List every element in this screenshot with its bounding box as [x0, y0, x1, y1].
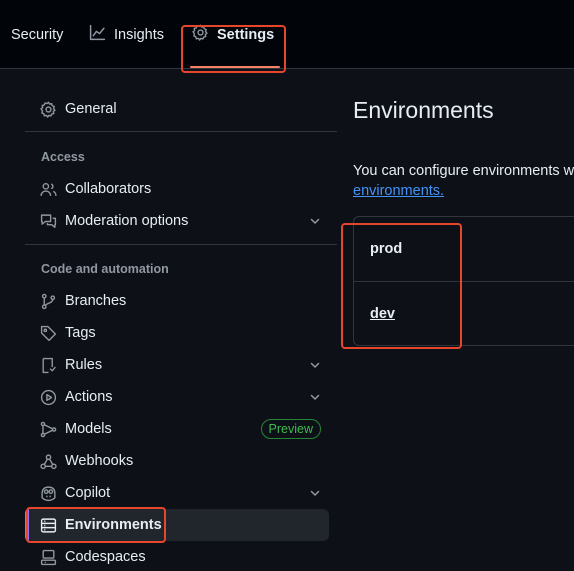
- sidebar-item-actions[interactable]: Actions: [25, 381, 337, 413]
- copilot-icon: [40, 485, 57, 502]
- sidebar-item-branches[interactable]: Branches: [25, 285, 337, 317]
- comment-discussion-icon: [40, 213, 57, 230]
- tab-security-label: Security: [11, 26, 64, 43]
- sidebar-item-general[interactable]: General: [25, 93, 337, 125]
- sidebar-item-label: Copilot: [65, 485, 111, 501]
- sidebar-item-rules[interactable]: Rules: [25, 349, 337, 381]
- git-branch-icon: [40, 293, 57, 310]
- active-indicator: [25, 509, 29, 541]
- server-icon: [40, 517, 57, 534]
- sidebar-item-copilot[interactable]: Copilot: [25, 477, 337, 509]
- graph-icon: [89, 24, 106, 45]
- sidebar-item-label: Branches: [65, 293, 127, 309]
- people-icon: [40, 181, 57, 198]
- sidebar-item-environments[interactable]: Environments: [25, 509, 329, 541]
- sidebar-item-label: Tags: [65, 325, 96, 341]
- sidebar-item-codespaces[interactable]: Codespaces: [25, 541, 337, 571]
- preview-badge: Preview: [260, 419, 321, 439]
- section-heading-code-and-automation: Code and automation: [41, 262, 169, 276]
- sidebar-item-label: Rules: [65, 357, 103, 373]
- sidebar-item-label: Moderation options: [65, 213, 189, 229]
- tab-settings-label: Settings: [217, 26, 275, 43]
- gear-icon: [40, 101, 57, 118]
- codespaces-icon: [40, 549, 57, 566]
- chevron-down-icon[interactable]: [309, 391, 321, 403]
- tab-insights-label: Insights: [114, 26, 164, 43]
- sidebar-item-label: General: [65, 101, 117, 117]
- sidebar-item-label: Environments: [65, 517, 162, 533]
- ai-model-icon: [40, 421, 57, 438]
- sidebar-item-label: Webhooks: [65, 453, 134, 469]
- sidebar-item-label: Collaborators: [65, 181, 152, 197]
- sidebar-item-label: Actions: [65, 389, 113, 405]
- webhook-icon: [40, 453, 57, 470]
- environments-docs-link[interactable]: environments.: [353, 181, 444, 201]
- section-heading-access: Access: [41, 150, 85, 164]
- repo-rules-icon: [40, 357, 57, 374]
- chevron-down-icon[interactable]: [309, 487, 321, 499]
- environment-name[interactable]: prod: [370, 241, 402, 257]
- tab-insights[interactable]: Insights: [89, 0, 164, 69]
- sidebar-divider: [25, 131, 337, 132]
- sidebar-item-moderation-options[interactable]: Moderation options: [25, 205, 337, 237]
- environment-name[interactable]: dev: [370, 306, 395, 322]
- gear-icon: [192, 24, 209, 45]
- environment-row[interactable]: prod: [354, 217, 574, 281]
- chevron-down-icon[interactable]: [309, 215, 321, 227]
- environments-list: prod dev: [353, 216, 574, 346]
- chevron-down-icon[interactable]: [309, 359, 321, 371]
- sidebar-item-webhooks[interactable]: Webhooks: [25, 445, 337, 477]
- page-title: Environments: [353, 97, 494, 123]
- repo-nav-bar: Security Insights Settings: [0, 0, 574, 69]
- sidebar-item-label: Codespaces: [65, 549, 146, 565]
- sidebar-item-tags[interactable]: Tags: [25, 317, 337, 349]
- sidebar-item-label: Models: [65, 421, 112, 437]
- play-icon: [40, 389, 57, 406]
- tab-security[interactable]: Security: [11, 0, 63, 69]
- selected-tab-underline: [190, 66, 280, 68]
- tag-icon: [40, 325, 57, 342]
- sidebar-item-collaborators[interactable]: Collaborators: [25, 173, 337, 205]
- tab-settings[interactable]: Settings: [192, 0, 274, 69]
- sidebar-divider: [25, 244, 337, 245]
- sidebar-item-models[interactable]: Models Preview: [25, 413, 337, 445]
- environment-row[interactable]: dev: [354, 281, 574, 345]
- page-description: You can configure environments w: [353, 163, 574, 179]
